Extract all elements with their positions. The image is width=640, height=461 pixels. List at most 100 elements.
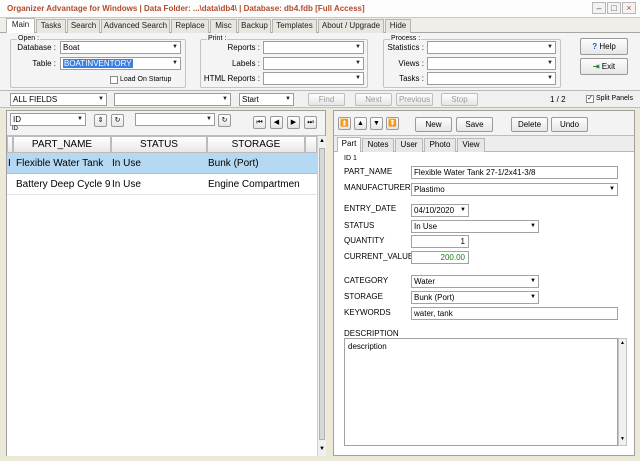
chevron-down-icon: ▼ [285,96,291,102]
split-panels-checkbox[interactable]: ✓ [586,95,594,103]
load-on-startup-checkbox[interactable] [110,76,118,84]
tab-backup[interactable]: Backup [238,19,271,33]
entry-date-picker[interactable]: 04/10/2020 ▼ [411,204,469,217]
database-value: Boat [63,43,80,52]
exit-icon: ⇥ [592,62,600,71]
column-header-storage[interactable]: STORAGE [207,136,305,153]
database-select[interactable]: Boat ▼ [60,41,181,54]
table-row[interactable]: I Flexible Water Tank In Use Bunk (Port) [7,153,317,174]
views-select[interactable]: ▼ [427,57,556,70]
first-record-icon[interactable]: ⏮ [253,116,266,129]
tab-tasks[interactable]: Tasks [36,19,66,33]
column-header-status[interactable]: STATUS [111,136,207,153]
previous-button[interactable]: Previous [396,93,433,106]
chevron-down-icon: ▼ [530,278,536,284]
tasks-select[interactable]: ▼ [427,72,556,85]
cell-status: In Use [112,158,141,169]
search-text-input[interactable]: ▼ [114,93,231,106]
refresh-icon[interactable]: ↻ [111,114,124,127]
last-record-icon[interactable]: ⏭ [304,116,317,129]
refresh-filter-icon[interactable]: ↻ [218,114,231,127]
quantity-input[interactable]: 1 [411,235,469,248]
last-icon[interactable]: ⏬ [386,117,399,130]
help-icon: ? [592,42,598,51]
vertical-scrollbar[interactable]: ▲ ▼ [317,136,326,456]
current-value-label: CURRENT_VALUE [344,252,414,261]
search-mode-select[interactable]: Start ▼ [239,93,294,106]
next-record-icon[interactable]: ▶ [287,116,300,129]
part-name-label: PART_NAME [344,167,393,176]
scroll-thumb[interactable] [319,148,325,440]
sort-field-select[interactable]: ID ▼ [10,113,86,126]
column-header-part-name[interactable]: PART_NAME [13,136,111,153]
minimize-icon[interactable]: – [592,2,606,14]
tab-photo[interactable]: Photo [424,138,456,152]
scroll-up-icon[interactable]: ▲ [318,136,326,146]
reports-select[interactable]: ▼ [263,41,364,54]
down-icon[interactable]: ▼ [370,117,383,130]
stop-button[interactable]: Stop [441,93,478,106]
scroll-down-icon[interactable]: ▼ [619,435,626,444]
html-reports-select[interactable]: ▼ [263,72,364,85]
table-row[interactable]: Battery Deep Cycle 9 In Use Engine Compa… [7,174,317,195]
tab-notes[interactable]: Notes [362,138,394,152]
statistics-select[interactable]: ▼ [427,41,556,54]
labels-label: Labels : [231,59,260,68]
search-field-select[interactable]: ALL FIELDS ▼ [10,93,107,106]
find-button[interactable]: Find [308,93,345,106]
first-icon[interactable]: ⏫ [338,117,351,130]
chevron-down-icon: ▼ [172,44,178,50]
next-button[interactable]: Next [355,93,392,106]
tab-advanced-search[interactable]: Advanced Search [101,19,170,33]
column-header-filler [305,136,317,153]
sort-order-icon[interactable]: ⇕ [94,114,107,127]
quantity-label: QUANTITY [344,236,385,245]
status-select[interactable]: In Use ▼ [411,220,539,233]
tab-part[interactable]: Part [337,137,361,152]
exit-button[interactable]: ⇥ Exit [580,58,628,75]
description-scrollbar[interactable]: ▲ ▼ [618,338,627,446]
undo-button[interactable]: Undo [551,117,588,132]
sort-sub-label: ID [12,126,18,132]
help-button[interactable]: ? Help [580,38,628,55]
category-value: Water [414,277,436,286]
part-name-input[interactable]: Flexible Water Tank 27-1/2x41-3/8 [411,166,618,179]
chevron-down-icon: ▼ [77,116,83,122]
tab-replace[interactable]: Replace [171,19,209,33]
tab-main[interactable]: Main [6,18,35,33]
tab-user[interactable]: User [395,138,423,152]
prev-record-icon[interactable]: ◀ [270,116,283,129]
current-value-input[interactable]: 200.00 [411,251,469,264]
maximize-icon[interactable]: □ [607,2,621,14]
tab-search[interactable]: Search [67,19,100,33]
process-group-label: Process : [390,35,422,42]
chevron-down-icon: ▼ [547,60,553,66]
tasks-label: Tasks : [399,74,424,83]
category-select[interactable]: Water ▼ [411,275,539,288]
description-textarea[interactable]: description [344,338,618,446]
tab-about-upgrade[interactable]: About / Upgrade [318,19,384,33]
labels-select[interactable]: ▼ [263,57,364,70]
manufacturer-select[interactable]: Plastimo ▼ [411,183,618,196]
up-icon[interactable]: ▲ [354,117,367,130]
scroll-down-icon[interactable]: ▼ [318,444,326,454]
statistics-label: Statistics : [387,43,424,52]
tab-hide[interactable]: Hide [385,19,411,33]
keywords-input[interactable]: water, tank [411,307,618,320]
close-icon[interactable]: × [622,2,636,14]
exit-label: Exit [601,62,616,71]
new-button[interactable]: New [415,117,452,132]
save-button[interactable]: Save [456,117,493,132]
tab-view[interactable]: View [457,138,485,152]
filter-select[interactable]: ▼ [135,113,215,126]
delete-button[interactable]: Delete [511,117,548,132]
help-label: Help [599,42,616,51]
storage-select[interactable]: Bunk (Port) ▼ [411,291,539,304]
scroll-up-icon[interactable]: ▲ [619,339,626,348]
chevron-down-icon: ▼ [609,186,615,192]
tab-misc[interactable]: Misc [210,19,237,33]
sort-field-value: ID [13,115,21,124]
tab-templates[interactable]: Templates [272,19,317,33]
table-select[interactable]: BOATINVENTORY ▼ [60,57,181,70]
reports-label: Reports : [227,43,260,52]
